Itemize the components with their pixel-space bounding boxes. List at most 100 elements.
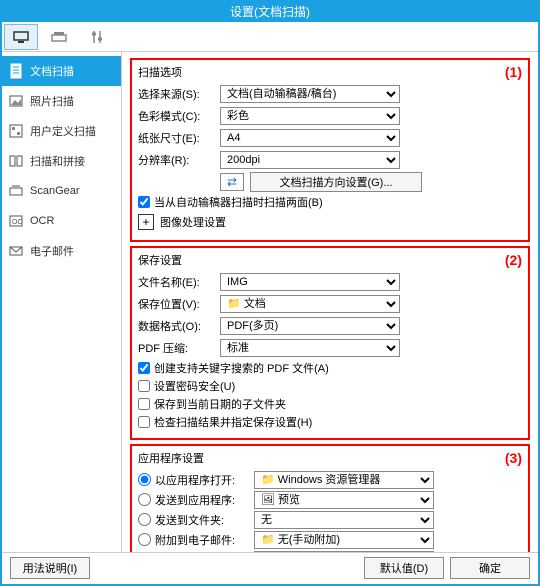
radio-start-ocr[interactable]: 启动 OCR: <box>138 552 254 553</box>
radio-attach-email[interactable]: 附加到电子邮件: <box>138 532 254 548</box>
svg-text:OCR: OCR <box>12 219 23 226</box>
radio-open-with-label: 以应用程序打开: <box>155 472 235 488</box>
password-checkbox[interactable]: 设置密码安全(U) <box>138 378 522 394</box>
sidebar-item-document-scan[interactable]: 文档扫描 <box>2 56 121 86</box>
savein-label: 保存位置(V): <box>138 296 220 312</box>
sidebar-item-photo-scan[interactable]: 照片扫描 <box>2 86 121 116</box>
sidebar-item-stitch[interactable]: 扫描和拼接 <box>2 146 121 176</box>
sidebar-item-label: 照片扫描 <box>30 93 74 109</box>
scangear-icon <box>8 183 24 199</box>
top-toolbar <box>2 22 538 52</box>
radio-open-with[interactable]: 以应用程序打开: <box>138 472 254 488</box>
radio-start-ocr-label: 启动 OCR: <box>155 552 208 553</box>
radio-open-with-input[interactable] <box>138 473 151 486</box>
color-select[interactable]: 彩色 <box>220 107 400 125</box>
radio-attach-email-input[interactable] <box>138 533 151 546</box>
section-title: 应用程序设置 <box>138 450 522 466</box>
compression-select[interactable]: 标准 <box>220 339 400 357</box>
paper-select[interactable]: A4 <box>220 129 400 147</box>
scanner-icon <box>51 29 67 45</box>
send-app-select[interactable]: 🖼 预览 <box>254 491 434 509</box>
keyword-pdf-checkbox-input[interactable] <box>138 362 150 374</box>
section-marker-3: (3) <box>505 450 522 466</box>
check-results-checkbox[interactable]: 检查扫描结果并指定保存设置(H) <box>138 414 522 430</box>
content-area: 文档扫描 照片扫描 用户定义扫描 扫描和拼接 <box>2 52 538 552</box>
radio-send-folder-label: 发送到文件夹: <box>155 512 224 528</box>
radio-send-folder[interactable]: 发送到文件夹: <box>138 512 254 528</box>
check-results-label: 检查扫描结果并指定保存设置(H) <box>154 414 312 430</box>
sidebar-item-scangear[interactable]: ScanGear <box>2 176 121 206</box>
radio-send-folder-input[interactable] <box>138 513 151 526</box>
sidebar-item-label: 用户定义扫描 <box>30 123 96 139</box>
stitch-icon <box>8 153 24 169</box>
radio-attach-email-label: 附加到电子邮件: <box>155 532 235 548</box>
paper-label: 纸张尺寸(E): <box>138 130 220 146</box>
section-scan-options: (1) 扫描选项 选择来源(S): 文档(自动输稿器/稿台) 色彩模式(C): … <box>130 58 530 242</box>
radio-send-app[interactable]: 发送到应用程序: <box>138 492 254 508</box>
check-results-checkbox-input[interactable] <box>138 416 150 428</box>
sidebar-item-label: 电子邮件 <box>30 243 74 259</box>
sidebar-item-ocr[interactable]: OCR OCR <box>2 206 121 236</box>
keyword-pdf-checkbox[interactable]: 创建支持关键字搜索的 PDF 文件(A) <box>138 360 522 376</box>
date-subfolder-label: 保存到当前日期的子文件夹 <box>154 396 286 412</box>
compression-label: PDF 压缩: <box>138 340 220 356</box>
main-panel: (1) 扫描选项 选择来源(S): 文档(自动输稿器/稿台) 色彩模式(C): … <box>122 52 538 552</box>
sliders-icon <box>89 29 105 45</box>
format-select[interactable]: PDF(多页) <box>220 317 400 335</box>
source-label: 选择来源(S): <box>138 86 220 102</box>
document-icon <box>8 63 24 79</box>
sidebar-item-custom-scan[interactable]: 用户定义扫描 <box>2 116 121 146</box>
sidebar-item-label: ScanGear <box>30 185 80 197</box>
orientation-settings-button[interactable]: 文档扫描方向设置(G)... <box>250 172 422 192</box>
source-select[interactable]: 文档(自动输稿器/稿台) <box>220 85 400 103</box>
date-subfolder-checkbox[interactable]: 保存到当前日期的子文件夹 <box>138 396 522 412</box>
resolution-label: 分辨率(R): <box>138 152 220 168</box>
radio-send-app-input[interactable] <box>138 493 151 506</box>
section-app-settings: (3) 应用程序设置 以应用程序打开: 📁 Windows 资源管理器 发送到应… <box>130 444 530 552</box>
help-button[interactable]: 用法说明(I) <box>10 557 90 579</box>
ocr-icon: OCR <box>8 213 24 229</box>
email-icon <box>8 243 24 259</box>
ok-button[interactable]: 确定 <box>450 557 530 579</box>
open-with-select[interactable]: 📁 Windows 资源管理器 <box>254 471 434 489</box>
toolbar-from-scanner[interactable] <box>42 24 76 50</box>
window-title: 设置(文档扫描) <box>230 5 310 19</box>
toolbar-settings[interactable] <box>80 24 114 50</box>
date-subfolder-checkbox-input[interactable] <box>138 398 150 410</box>
filename-label: 文件名称(E): <box>138 274 220 290</box>
attach-email-select[interactable]: 📁 无(手动附加) <box>254 531 434 549</box>
sidebar-item-label: OCR <box>30 215 54 227</box>
title-bar: 设置(文档扫描) <box>2 2 538 22</box>
sidebar-item-label: 扫描和拼接 <box>30 153 85 169</box>
image-processing-label: 图像处理设置 <box>160 214 226 230</box>
duplex-checkbox-label: 当从自动输稿器扫描时扫描两面(B) <box>154 194 323 210</box>
password-checkbox-input[interactable] <box>138 380 150 392</box>
swap-arrows-icon: ⇄ <box>227 175 237 189</box>
radio-send-app-label: 发送到应用程序: <box>155 492 235 508</box>
custom-icon <box>8 123 24 139</box>
section-marker-1: (1) <box>505 64 522 80</box>
keyword-pdf-label: 创建支持关键字搜索的 PDF 文件(A) <box>154 360 329 376</box>
filename-field[interactable]: IMG <box>220 273 400 291</box>
send-folder-select[interactable]: 无 <box>254 511 434 529</box>
start-ocr-select[interactable]: 📝 输出为文本 <box>254 551 434 553</box>
monitor-icon <box>13 29 29 45</box>
settings-window: 设置(文档扫描) 文档扫描 <box>0 0 540 586</box>
section-title: 扫描选项 <box>138 64 522 80</box>
password-label: 设置密码安全(U) <box>154 378 235 394</box>
resolution-select[interactable]: 200dpi <box>220 151 400 169</box>
sidebar-item-email[interactable]: 电子邮件 <box>2 236 121 266</box>
duplex-checkbox[interactable]: 当从自动输稿器扫描时扫描两面(B) <box>138 194 522 210</box>
toolbar-from-computer[interactable] <box>4 24 38 50</box>
sidebar: 文档扫描 照片扫描 用户定义扫描 扫描和拼接 <box>2 52 122 552</box>
expand-image-processing-button[interactable]: + <box>138 214 154 230</box>
swap-orientation-button[interactable]: ⇄ <box>220 173 244 191</box>
duplex-checkbox-input[interactable] <box>138 196 150 208</box>
section-save-settings: (2) 保存设置 文件名称(E): IMG 保存位置(V): 📁 文档 数据格式… <box>130 246 530 440</box>
sidebar-item-label: 文档扫描 <box>30 63 74 79</box>
footer: 用法说明(I) 默认值(D) 确定 <box>2 552 538 582</box>
color-label: 色彩模式(C): <box>138 108 220 124</box>
defaults-button[interactable]: 默认值(D) <box>364 557 444 579</box>
savein-select[interactable]: 📁 文档 <box>220 295 400 313</box>
format-label: 数据格式(O): <box>138 318 220 334</box>
